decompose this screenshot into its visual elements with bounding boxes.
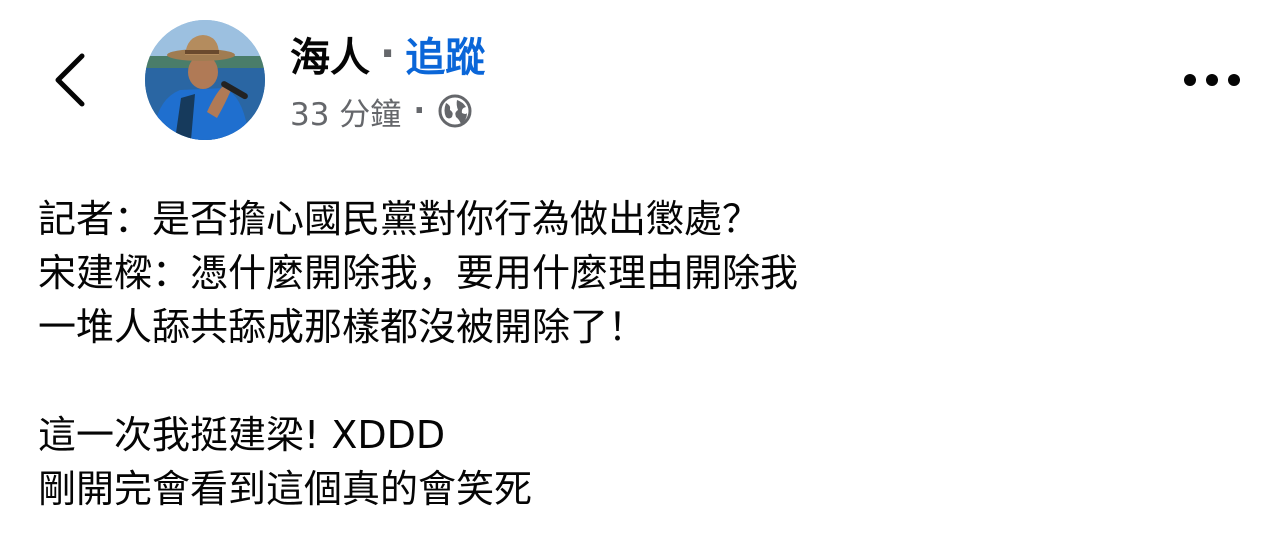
post-line: 剛開完會看到這個真的會笑死 xyxy=(38,467,533,511)
post-line: 這一次我挺建梁! XDDD xyxy=(38,413,446,457)
post-line: 宋建樑：憑什麼開除我，要用什麼理由開除我 xyxy=(38,251,799,295)
timestamp[interactable]: 33 分鐘 xyxy=(290,89,401,134)
author-row: 海人 · 追蹤 xyxy=(290,26,485,82)
post-line: 記者：是否擔心國民黨對你行為做出懲處？ xyxy=(38,197,761,241)
post-body: 記者：是否擔心國民黨對你行為做出懲處？ 宋建樑：憑什麼開除我，要用什麼理由開除我… xyxy=(38,192,1238,516)
avatar-image xyxy=(145,20,265,140)
post-line: 一堆人舔共舔成那樣都沒被開除了！ xyxy=(38,305,647,349)
more-horizontal-icon xyxy=(1184,74,1240,86)
chevron-left-icon xyxy=(55,53,85,107)
avatar[interactable] xyxy=(145,20,265,140)
more-options-button[interactable] xyxy=(1180,60,1244,100)
name-separator: · xyxy=(380,31,396,77)
follow-button[interactable]: 追蹤 xyxy=(405,25,485,83)
post-meta: 33 分鐘 · xyxy=(290,88,473,134)
author-name[interactable]: 海人 xyxy=(290,25,370,83)
meta-separator: · xyxy=(413,93,426,129)
back-button[interactable] xyxy=(50,50,94,110)
globe-icon xyxy=(437,93,473,129)
